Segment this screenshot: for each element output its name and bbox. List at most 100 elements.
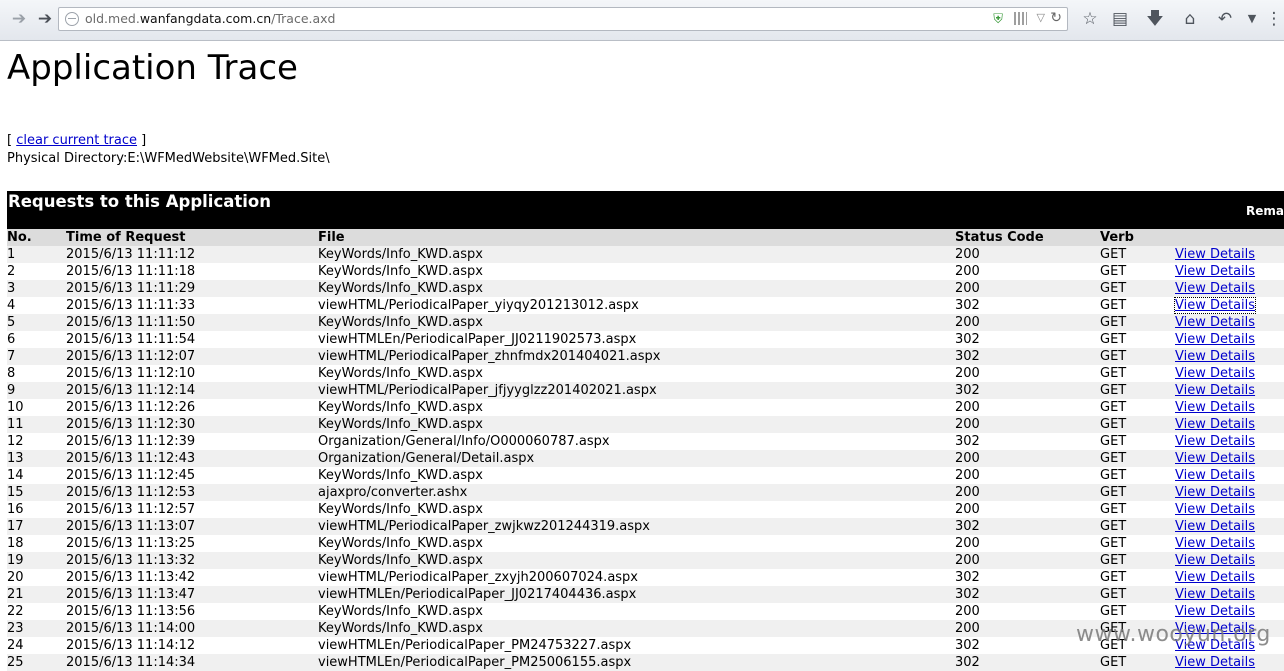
cell-details: View Details (1175, 416, 1284, 433)
cell-details: View Details (1175, 348, 1284, 365)
view-details-link[interactable]: View Details (1175, 264, 1255, 279)
cell-details: View Details (1175, 280, 1284, 297)
view-details-link[interactable]: View Details (1175, 587, 1255, 602)
undo-icon[interactable]: ↶ (1215, 9, 1235, 29)
cell-no: 4 (7, 298, 16, 313)
cell-status: 302 (955, 332, 980, 347)
download-icon[interactable]: 🡇 (1145, 9, 1165, 29)
view-details-link[interactable]: View Details (1175, 349, 1255, 364)
cell-file: KeyWords/Info_KWD.aspx (318, 468, 483, 483)
requests-table: No. Time of Request File Status Code Ver… (7, 229, 1284, 671)
table-row: 6 2015/6/13 11:11:54 viewHTMLEn/Periodical… (7, 331, 1284, 348)
view-details-link[interactable]: View Details (1175, 315, 1255, 330)
cell-verb: GET (1100, 246, 1175, 263)
view-details-link[interactable]: View Details (1175, 536, 1255, 551)
table-row: 9 2015/6/13 11:12:14 viewHTML/PeriodicalPa… (7, 382, 1284, 399)
qr-code-icon[interactable] (1014, 12, 1027, 25)
view-details-link[interactable]: View Details (1175, 451, 1255, 466)
menu-chevron-icon[interactable]: ▼ (1242, 9, 1262, 29)
table-row: 10 2015/6/13 11:12:26 KeyWords/Info_KWD.as… (7, 399, 1284, 416)
cell-time: 2015/6/13 11:13:42 (66, 570, 196, 585)
cell-details: View Details (1175, 535, 1284, 552)
view-details-link[interactable]: View Details (1175, 468, 1255, 483)
view-details-link[interactable]: View Details (1175, 502, 1255, 517)
cell-verb: GET (1100, 586, 1175, 603)
clear-trace-link[interactable]: clear current trace (16, 133, 137, 148)
cell-details: View Details (1175, 263, 1284, 280)
cell-no: 1 (7, 246, 66, 263)
cell-details: View Details (1175, 246, 1284, 263)
view-details-link[interactable]: View Details (1175, 655, 1255, 670)
watermark: www.wooyun.org (1076, 622, 1271, 647)
cell-status: 200 (955, 604, 980, 619)
cell-no: 7 (7, 348, 66, 365)
cell-status: 200 (955, 264, 980, 279)
cell-time: 2015/6/13 11:12:57 (66, 502, 196, 517)
shield-icon[interactable]: ⛨ (993, 12, 1003, 27)
cell-status: 200 (955, 450, 1100, 467)
chevron-down-icon[interactable]: ▽ (1037, 11, 1045, 24)
cell-details: View Details (1175, 586, 1284, 603)
reload-icon[interactable]: ↻ (1050, 10, 1062, 26)
forward-arrow-icon[interactable]: ➔ (34, 8, 56, 30)
cell-time: 2015/6/13 11:11:12 (66, 246, 318, 263)
home-icon[interactable]: ⌂ (1180, 9, 1200, 29)
cell-verb: GET (1100, 348, 1175, 365)
cell-no: 6 (7, 332, 16, 347)
cell-time: 2015/6/13 11:13:07 (66, 518, 318, 535)
view-details-link[interactable]: View Details (1175, 553, 1255, 568)
table-row: 2 2015/6/13 11:11:18 KeyWords/Info_KWD.asp… (7, 263, 1284, 280)
view-details-link[interactable]: View Details (1175, 383, 1255, 398)
table-row: 17 2015/6/13 11:13:07 viewHTML/PeriodicalP… (7, 518, 1284, 535)
back-arrow-icon[interactable]: ➔ (8, 8, 30, 30)
cell-no: 18 (7, 536, 24, 551)
view-details-link[interactable]: View Details (1175, 570, 1255, 585)
page-title: Application Trace (7, 48, 298, 88)
cell-status: 302 (955, 348, 1100, 365)
view-details-link[interactable]: View Details (1175, 366, 1255, 381)
overflow-menu-icon[interactable]: ⋮ (1264, 9, 1284, 29)
view-details-link[interactable]: View Details (1175, 417, 1255, 432)
view-details-link[interactable]: View Details (1175, 400, 1255, 415)
cell-time: 2015/6/13 11:11:54 (66, 332, 196, 347)
view-details-link[interactable]: View Details (1173, 297, 1257, 314)
cell-no: 19 (7, 552, 66, 569)
cell-time: 2015/6/13 11:12:26 (66, 400, 196, 415)
cell-status: 200 (955, 314, 1100, 331)
cell-verb: GET (1100, 382, 1175, 399)
bookmark-star-icon[interactable]: ☆ (1080, 9, 1100, 29)
cell-time: 2015/6/13 11:12:30 (66, 416, 318, 433)
cell-time: 2015/6/13 11:13:56 (66, 604, 196, 619)
view-details-link[interactable]: View Details (1175, 434, 1255, 449)
reading-list-icon[interactable]: ▤ (1110, 9, 1130, 29)
cell-time: 2015/6/13 11:12:53 (66, 484, 318, 501)
cell-file: viewHTML/PeriodicalPaper_jfjyyglzz201402… (318, 382, 955, 399)
cell-verb: GET (1100, 654, 1175, 671)
header-no: No. (7, 229, 66, 246)
table-row: 5 2015/6/13 11:11:50 KeyWords/Info_KWD.asp… (7, 314, 1284, 331)
cell-time: 2015/6/13 11:14:00 (66, 620, 318, 637)
remaining-label: Rema (1246, 204, 1284, 218)
view-details-link[interactable]: View Details (1175, 604, 1255, 619)
table-row: 12 2015/6/13 11:12:39 Organization/General… (7, 433, 1284, 450)
view-details-link[interactable]: View Details (1175, 485, 1255, 500)
cell-time: 2015/6/13 11:13:47 (66, 586, 318, 603)
table-row: 20 2015/6/13 11:13:42 viewHTML/PeriodicalP… (7, 569, 1284, 586)
cell-status: 200 (955, 366, 980, 381)
view-details-link[interactable]: View Details (1175, 247, 1255, 262)
cell-verb: GET (1100, 400, 1127, 415)
view-details-link[interactable]: View Details (1175, 332, 1255, 347)
cell-details: View Details (1175, 365, 1284, 382)
address-bar[interactable]: old.med.wanfangdata.com.cn/Trace.axd ⛨ ▽… (58, 7, 1068, 31)
view-details-link[interactable]: View Details (1175, 281, 1255, 296)
cell-verb: GET (1100, 450, 1175, 467)
cell-status: 302 (955, 570, 980, 585)
cell-file: KeyWords/Info_KWD.aspx (318, 314, 955, 331)
cell-details: View Details (1175, 399, 1284, 416)
cell-status: 200 (955, 416, 1100, 433)
cell-time: 2015/6/13 11:12:10 (66, 366, 196, 381)
header-verb: Verb (1100, 229, 1175, 246)
cell-details: View Details (1175, 314, 1284, 331)
table-row: 4 2015/6/13 11:11:33 viewHTML/PeriodicalPa… (7, 297, 1284, 314)
view-details-link[interactable]: View Details (1175, 519, 1255, 534)
